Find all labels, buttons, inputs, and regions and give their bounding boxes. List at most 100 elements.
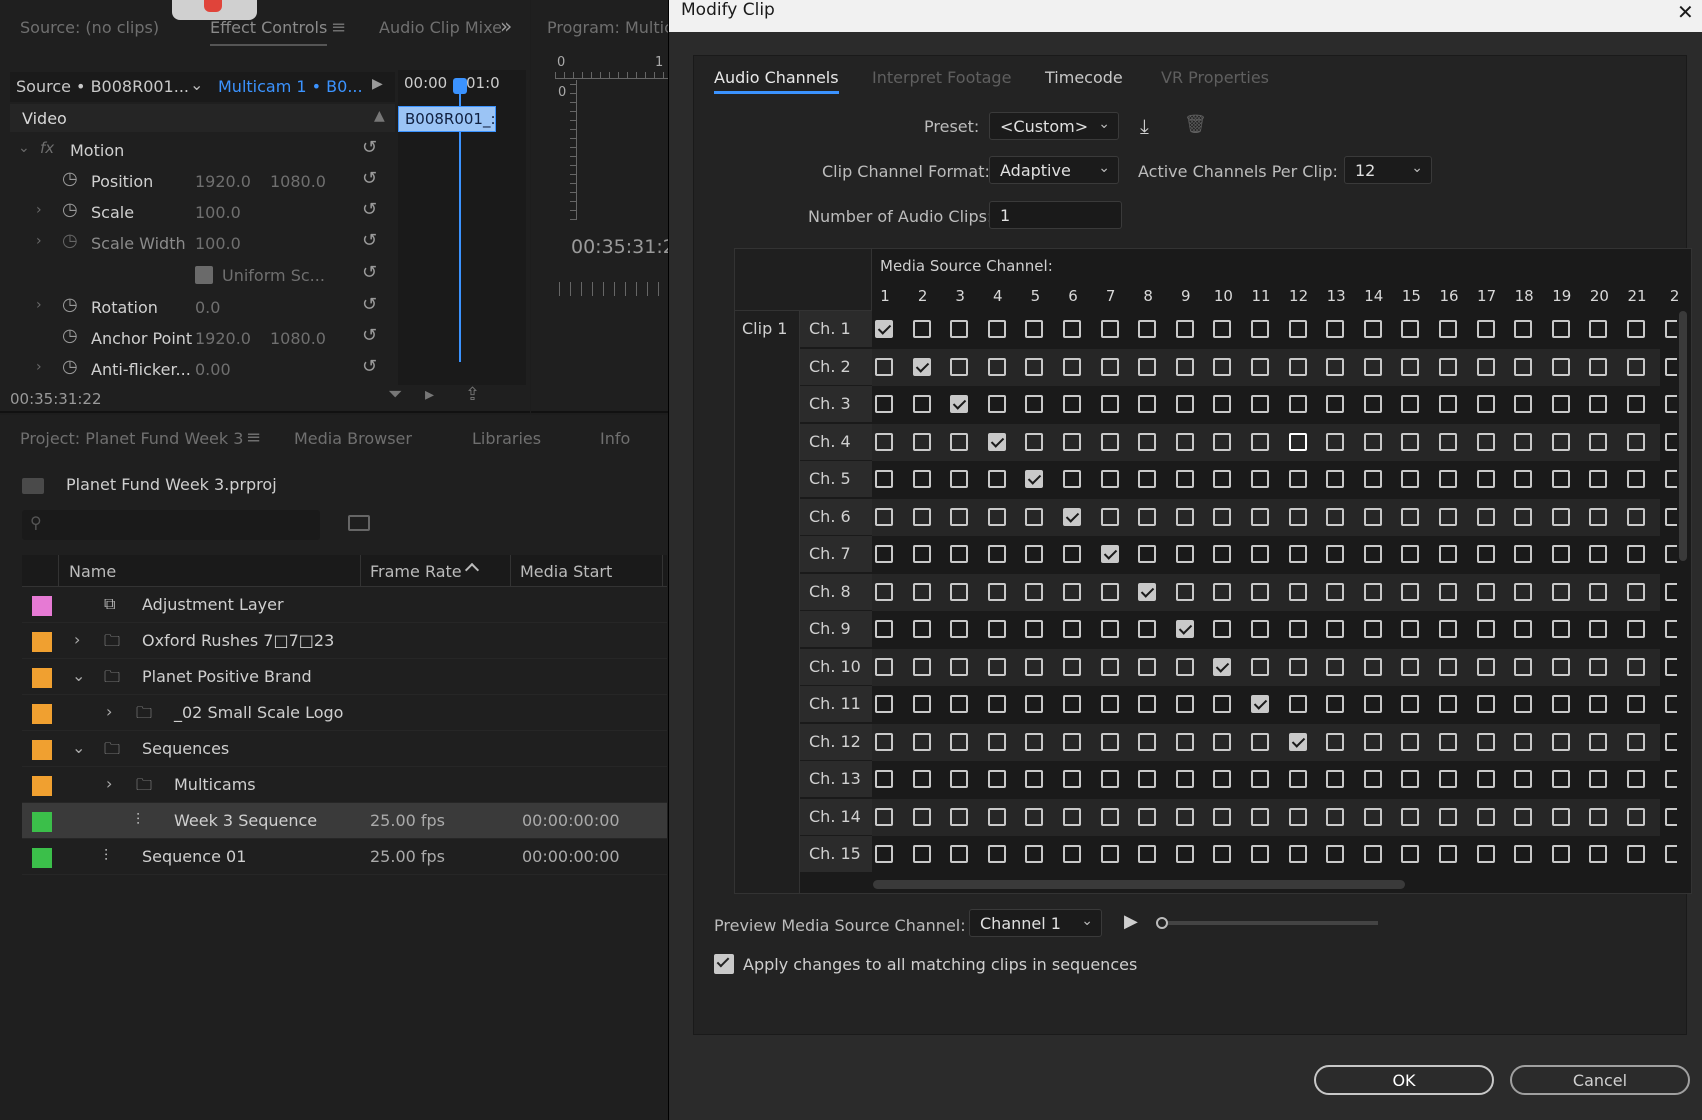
channel-checkbox[interactable] bbox=[1025, 357, 1044, 376]
channel-checkbox[interactable] bbox=[1363, 807, 1382, 826]
channel-checkbox[interactable] bbox=[1138, 732, 1157, 751]
reset-icon[interactable]: ↺ bbox=[362, 325, 377, 346]
channel-checkbox[interactable] bbox=[875, 395, 893, 413]
channel-checkbox[interactable] bbox=[1589, 845, 1608, 863]
channel-checkbox[interactable] bbox=[1175, 470, 1194, 488]
channel-checkbox[interactable] bbox=[1401, 620, 1420, 638]
channel-checkbox[interactable] bbox=[1138, 395, 1157, 413]
channel-checkbox[interactable] bbox=[1439, 432, 1457, 451]
channel-checkbox[interactable] bbox=[912, 620, 931, 638]
channel-checkbox[interactable] bbox=[1514, 732, 1533, 751]
channel-checkbox[interactable] bbox=[912, 320, 931, 338]
channel-checkbox[interactable] bbox=[1213, 432, 1232, 451]
channel-checkbox[interactable] bbox=[1476, 470, 1495, 488]
delete-preset-icon[interactable]: 🗑 bbox=[1184, 114, 1207, 135]
channel-checkbox[interactable] bbox=[875, 432, 893, 451]
scroll-up-icon[interactable]: ▲ bbox=[374, 108, 385, 124]
channel-checkbox[interactable] bbox=[1213, 770, 1232, 788]
channel-checkbox[interactable] bbox=[1326, 657, 1345, 676]
channel-checkbox[interactable] bbox=[1439, 545, 1457, 563]
channel-checkbox[interactable] bbox=[1589, 395, 1608, 413]
channel-checkbox[interactable] bbox=[1401, 357, 1420, 376]
list-item[interactable]: ⧉ Adjustment Layer bbox=[22, 587, 667, 623]
channel-checkbox[interactable] bbox=[1627, 657, 1645, 676]
channel-checkbox[interactable] bbox=[1627, 507, 1645, 526]
channel-checkbox[interactable] bbox=[875, 845, 893, 863]
channel-checkbox[interactable] bbox=[1439, 320, 1457, 338]
channel-checkbox[interactable] bbox=[1514, 432, 1533, 451]
channel-checkbox[interactable] bbox=[1288, 845, 1307, 863]
channel-checkbox[interactable] bbox=[1326, 470, 1345, 488]
channel-checkbox[interactable] bbox=[1476, 770, 1495, 788]
tab-vr-properties[interactable]: VR Properties bbox=[1161, 68, 1269, 87]
channel-checkbox[interactable] bbox=[1401, 320, 1420, 338]
channel-checkbox[interactable] bbox=[1138, 320, 1157, 338]
chevron-right-icon[interactable]: › bbox=[74, 630, 80, 649]
channel-checkbox[interactable] bbox=[1025, 582, 1044, 601]
property-value[interactable]: 0.00 bbox=[195, 360, 231, 379]
channel-checkbox[interactable] bbox=[1175, 807, 1194, 826]
channel-checkbox[interactable] bbox=[1175, 507, 1194, 526]
channel-checkbox[interactable] bbox=[950, 470, 969, 488]
channel-checkbox[interactable] bbox=[912, 545, 931, 563]
channel-checkbox[interactable] bbox=[1514, 695, 1533, 713]
channel-checkbox[interactable] bbox=[1363, 432, 1382, 451]
channel-checkbox[interactable] bbox=[1551, 807, 1570, 826]
channel-checkbox[interactable] bbox=[1401, 657, 1420, 676]
channel-checkbox[interactable] bbox=[1213, 695, 1232, 713]
channel-checkbox[interactable] bbox=[1138, 695, 1157, 713]
preview-scrubber[interactable] bbox=[1156, 917, 1378, 929]
channel-checkbox[interactable] bbox=[912, 357, 931, 376]
channel-checkbox[interactable] bbox=[1175, 357, 1194, 376]
channel-checkbox[interactable] bbox=[1439, 695, 1457, 713]
channel-checkbox[interactable] bbox=[1551, 695, 1570, 713]
channel-checkbox[interactable] bbox=[1551, 582, 1570, 601]
channel-checkbox[interactable] bbox=[1514, 845, 1533, 863]
channel-checkbox[interactable] bbox=[1363, 620, 1382, 638]
tab-libraries[interactable]: Libraries bbox=[472, 429, 541, 448]
chevron-down-icon[interactable]: ⌄ bbox=[72, 666, 85, 685]
channel-checkbox[interactable] bbox=[1288, 807, 1307, 826]
stopwatch-icon[interactable]: ◷ bbox=[62, 168, 78, 189]
channel-checkbox[interactable] bbox=[1138, 807, 1157, 826]
expand-right-icon[interactable]: › bbox=[36, 359, 42, 375]
list-item-selected[interactable]: ⫶ Week 3 Sequence 25.00 fps 00:00:00:00 bbox=[22, 803, 667, 839]
property-value-y[interactable]: 1080.0 bbox=[270, 329, 326, 348]
channel-checkbox[interactable] bbox=[1251, 320, 1269, 338]
stopwatch-icon[interactable]: ◷ bbox=[62, 294, 78, 315]
channel-checkbox[interactable] bbox=[875, 320, 893, 338]
channel-checkbox[interactable] bbox=[1514, 620, 1533, 638]
channel-checkbox[interactable] bbox=[1025, 432, 1044, 451]
channel-checkbox[interactable] bbox=[1175, 320, 1194, 338]
channel-checkbox[interactable] bbox=[875, 657, 893, 676]
channel-checkbox[interactable] bbox=[950, 507, 969, 526]
chevron-down-icon[interactable]: ⌄ bbox=[72, 738, 85, 757]
channel-checkbox[interactable] bbox=[1589, 582, 1608, 601]
source-dropdown[interactable]: Source • B008R001... bbox=[16, 77, 189, 96]
preset-select[interactable]: <Custom> ⌄ bbox=[989, 112, 1119, 140]
channel-checkbox[interactable] bbox=[1514, 545, 1533, 563]
channel-checkbox[interactable] bbox=[1439, 732, 1457, 751]
channel-checkbox[interactable] bbox=[1063, 770, 1081, 788]
channel-checkbox[interactable] bbox=[1326, 732, 1345, 751]
channel-checkbox[interactable] bbox=[1326, 320, 1345, 338]
reset-icon[interactable]: ↺ bbox=[362, 199, 377, 220]
number-of-audio-clips-input[interactable]: 1 bbox=[989, 201, 1122, 229]
channel-checkbox[interactable] bbox=[1589, 620, 1608, 638]
channel-checkbox[interactable] bbox=[1401, 807, 1420, 826]
column-name[interactable]: Name bbox=[69, 562, 116, 581]
list-item[interactable]: ⌄ 🗀 Planet Positive Brand bbox=[22, 659, 667, 695]
channel-checkbox[interactable] bbox=[1476, 507, 1495, 526]
channel-checkbox[interactable] bbox=[1175, 770, 1194, 788]
vertical-scrollbar-thumb[interactable] bbox=[1679, 311, 1687, 561]
reset-icon[interactable]: ↺ bbox=[362, 294, 377, 315]
property-row[interactable]: Uniform Sc... ↺ bbox=[12, 260, 395, 291]
channel-checkbox[interactable] bbox=[1100, 582, 1119, 601]
channel-checkbox[interactable] bbox=[1627, 395, 1645, 413]
channel-checkbox[interactable] bbox=[1589, 695, 1608, 713]
channel-checkbox[interactable] bbox=[1326, 507, 1345, 526]
channel-checkbox[interactable] bbox=[875, 620, 893, 638]
channel-checkbox[interactable] bbox=[912, 507, 931, 526]
channel-checkbox[interactable] bbox=[1627, 432, 1645, 451]
channel-checkbox[interactable] bbox=[1326, 545, 1345, 563]
